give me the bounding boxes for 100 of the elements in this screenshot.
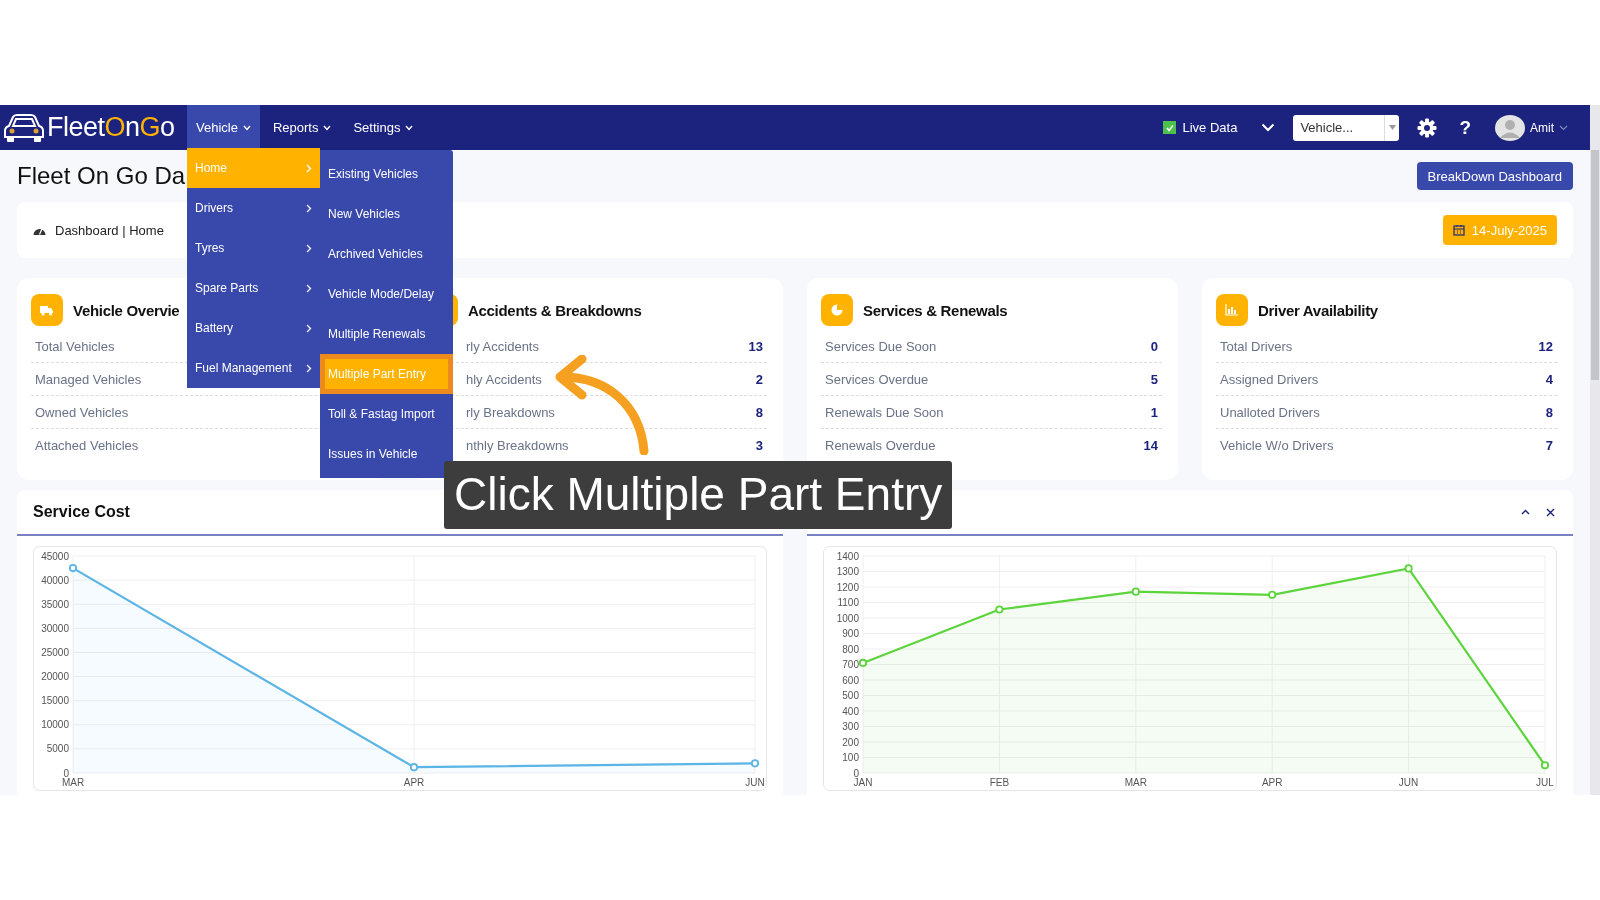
y-axis-label: 600 bbox=[842, 674, 859, 686]
y-axis-label: 500 bbox=[842, 690, 859, 701]
y-axis-label: 25000 bbox=[41, 646, 69, 658]
nav-menu-item[interactable]: Vehicle bbox=[187, 105, 260, 150]
x-axis-label: JUL bbox=[1536, 777, 1554, 788]
y-axis-label: 35000 bbox=[41, 598, 69, 610]
stat-label: rly Accidents bbox=[466, 338, 539, 354]
data-point bbox=[750, 759, 760, 768]
stat-value: 4 bbox=[1545, 371, 1553, 387]
stat-label: Renewals Overdue bbox=[825, 437, 936, 453]
menu-item[interactable]: Drivers bbox=[187, 188, 320, 228]
y-axis-label: 1300 bbox=[836, 566, 859, 577]
stat-label: Total Vehicles bbox=[35, 338, 115, 354]
y-axis-label: 700 bbox=[842, 659, 859, 670]
menu-item[interactable]: Spare Parts bbox=[187, 268, 320, 308]
card-icon bbox=[31, 294, 63, 326]
stat-value: 2 bbox=[755, 371, 763, 387]
collapse-icon[interactable] bbox=[1521, 509, 1530, 515]
y-axis-label: 0 bbox=[853, 767, 859, 779]
nav-menu-item[interactable]: Reports bbox=[263, 105, 341, 150]
submenu-item[interactable]: Existing Vehicles bbox=[320, 154, 453, 194]
stat-value: 7 bbox=[1545, 437, 1553, 453]
stat-label: hly Accidents bbox=[466, 371, 542, 387]
y-axis-label: 40000 bbox=[41, 574, 69, 586]
card-title: Driver Availability bbox=[1258, 301, 1378, 319]
dropdown-arrow-icon[interactable] bbox=[1388, 125, 1396, 130]
card-icon bbox=[1216, 294, 1248, 326]
y-axis-label: 800 bbox=[842, 643, 859, 655]
card-title: Accidents & Breakdowns bbox=[468, 301, 642, 319]
calendar-icon bbox=[1452, 224, 1465, 236]
y-axis-label: 200 bbox=[842, 736, 859, 748]
stat-label: Total Drivers bbox=[1220, 338, 1293, 354]
y-axis-label: 0 bbox=[63, 767, 69, 779]
data-point bbox=[858, 658, 868, 668]
y-axis-label: 20000 bbox=[41, 671, 69, 683]
menu-item[interactable]: Battery bbox=[187, 308, 320, 348]
live-data-checkbox[interactable]: Live Data bbox=[1163, 120, 1238, 135]
stat-label: Services Overdue bbox=[825, 371, 929, 387]
x-axis-label: MAR bbox=[1124, 777, 1147, 788]
user-name[interactable]: Amit bbox=[1530, 120, 1554, 135]
y-axis-label: 1000 bbox=[836, 612, 859, 624]
stat-label: Renewals Due Soon bbox=[825, 404, 944, 420]
tutorial-callout: Click Multiple Part Entry bbox=[444, 461, 953, 529]
breakdown-dashboard-button[interactable]: BreakDown Dashboard bbox=[1416, 162, 1573, 190]
stat-label: Vehicle W/o Drivers bbox=[1220, 437, 1334, 453]
x-axis-label: APR bbox=[1261, 777, 1283, 788]
stat-value: 12 bbox=[1538, 338, 1553, 354]
stat-value: 5 bbox=[1150, 371, 1158, 387]
card-title: Services & Renewals bbox=[863, 301, 1008, 319]
data-point bbox=[409, 763, 419, 772]
submenu-item[interactable]: New Vehicles bbox=[320, 194, 453, 234]
data-point bbox=[1540, 761, 1550, 770]
submenu-item[interactable]: Vehicle Mode/Delay bbox=[320, 274, 453, 314]
chevron-right-icon[interactable] bbox=[306, 363, 312, 373]
stat-label: Attached Vehicles bbox=[35, 437, 139, 453]
data-point bbox=[1268, 590, 1277, 599]
stat-value: 0 bbox=[1150, 338, 1158, 354]
stat-value: 3 bbox=[755, 437, 763, 453]
data-point bbox=[1131, 587, 1140, 596]
car-icon bbox=[3, 112, 45, 143]
y-axis-label: 1400 bbox=[836, 550, 859, 562]
y-axis-label: 30000 bbox=[41, 622, 69, 634]
avatar-icon[interactable] bbox=[1495, 114, 1525, 141]
x-axis-label: JUN bbox=[1398, 777, 1419, 788]
chevron-right-icon[interactable] bbox=[306, 283, 312, 293]
x-axis-label: JUN bbox=[745, 777, 765, 788]
y-axis-label: 400 bbox=[842, 705, 859, 717]
stat-value: 8 bbox=[755, 404, 763, 420]
data-point bbox=[995, 605, 1004, 614]
x-axis-label: APR bbox=[403, 777, 425, 788]
breadcrumb: Dashboard | Home bbox=[55, 222, 164, 238]
y-axis-label: 45000 bbox=[41, 550, 69, 562]
submenu-item[interactable]: Archived Vehicles bbox=[320, 234, 453, 274]
help-button[interactable]: ? bbox=[1455, 116, 1475, 139]
nav-menu-item[interactable]: Settings bbox=[344, 105, 423, 150]
page-title: Fleet On Go Da bbox=[17, 162, 186, 190]
checkmark-icon[interactable] bbox=[1164, 122, 1175, 133]
submenu-item[interactable]: Toll & Fastag Import bbox=[320, 394, 453, 434]
chevron-right-icon[interactable] bbox=[306, 203, 312, 213]
data-point bbox=[1404, 564, 1413, 573]
menu-item[interactable]: Tyres bbox=[187, 228, 320, 268]
y-axis-label: 15000 bbox=[41, 695, 69, 707]
stat-label: Owned Vehicles bbox=[35, 404, 129, 420]
close-icon[interactable] bbox=[1546, 507, 1555, 517]
menu-item[interactable]: Fuel Management bbox=[187, 348, 320, 388]
x-axis-label: MAR bbox=[61, 777, 85, 788]
vehicle-select[interactable]: Vehicle... bbox=[1293, 114, 1400, 141]
chevron-right-icon[interactable] bbox=[306, 243, 312, 253]
y-axis-label: 1200 bbox=[836, 581, 859, 593]
stat-value: 13 bbox=[748, 338, 763, 354]
card-icon bbox=[821, 294, 853, 326]
chevron-right-icon[interactable] bbox=[306, 323, 312, 333]
card-title: Vehicle Overvie bbox=[73, 301, 180, 319]
submenu-item[interactable]: Multiple Renewals bbox=[320, 314, 453, 354]
stat-label: rly Breakdowns bbox=[466, 404, 555, 420]
y-axis-label: 300 bbox=[842, 721, 859, 732]
data-point bbox=[68, 563, 78, 573]
y-axis-label: 900 bbox=[842, 628, 859, 639]
stat-label: Services Due Soon bbox=[825, 338, 937, 354]
stat-label: nthly Breakdowns bbox=[466, 437, 569, 453]
